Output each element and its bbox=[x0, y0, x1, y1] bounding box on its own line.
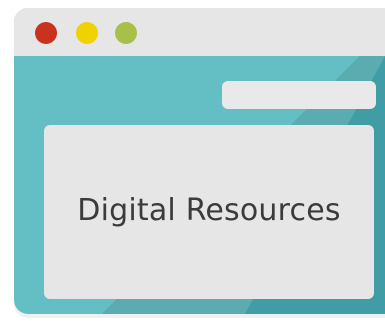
close-dot-icon[interactable] bbox=[35, 22, 57, 44]
content-panel: Digital Resources bbox=[44, 125, 374, 299]
maximize-dot-icon[interactable] bbox=[115, 22, 137, 44]
window-titlebar bbox=[14, 8, 385, 56]
panel-title: Digital Resources bbox=[77, 192, 341, 228]
search-bar[interactable] bbox=[222, 81, 376, 109]
browser-window: Digital Resources bbox=[14, 8, 385, 314]
minimize-dot-icon[interactable] bbox=[76, 22, 98, 44]
